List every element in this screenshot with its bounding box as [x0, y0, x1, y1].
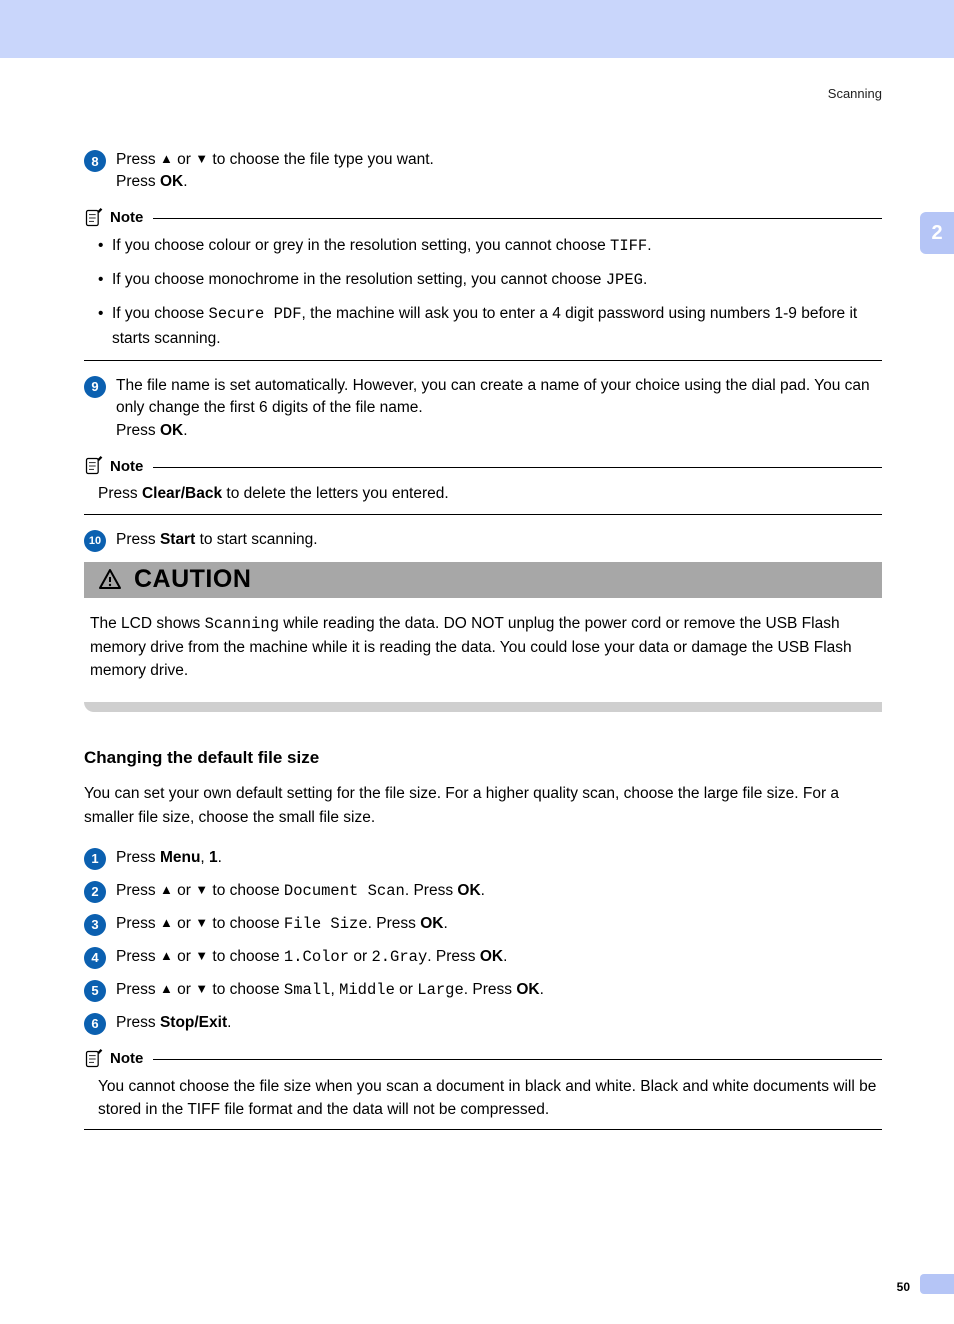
step-bullet: 8 [84, 150, 106, 172]
note-label: Note [110, 458, 143, 475]
note-icon [84, 208, 104, 228]
step-bullet: 5 [84, 980, 106, 1002]
note-icon [84, 1049, 104, 1069]
step-text: Press ▲ or ▼ to choose Small, Middle or … [116, 979, 882, 1001]
note-label: Note [110, 209, 143, 226]
step-9: 9 The file name is set automatically. Ho… [84, 375, 882, 442]
caution-body: The LCD shows Scanning while reading the… [84, 598, 882, 703]
page-number: 50 [897, 1280, 910, 1294]
step-text: Press ▲ or ▼ to choose Document Scan. Pr… [116, 880, 882, 902]
step-text: Press ▲ or ▼ to choose 1.Color or 2.Gray… [116, 946, 882, 968]
note-item: If you choose monochrome in the resoluti… [98, 268, 882, 292]
step-bullet: 3 [84, 914, 106, 936]
step-text: The file name is set automatically. Howe… [116, 375, 882, 442]
note-divider [84, 360, 882, 361]
note-item: If you choose colour or grey in the reso… [98, 234, 882, 258]
page-number-tab [920, 1274, 954, 1294]
section-intro: You can set your own default setting for… [84, 782, 882, 829]
step-bullet: 9 [84, 376, 106, 398]
step-bullet: 2 [84, 881, 106, 903]
step-3: 3 Press ▲ or ▼ to choose File Size. Pres… [84, 913, 882, 936]
note-2-body: Press Clear/Back to delete the letters y… [98, 482, 882, 505]
step-text: Press ▲ or ▼ to choose the file type you… [116, 149, 882, 194]
note-rule [153, 218, 882, 219]
note-rule [153, 1059, 882, 1060]
note-rule [153, 467, 882, 468]
step-bullet: 4 [84, 947, 106, 969]
step-8: 8 Press ▲ or ▼ to choose the file type y… [84, 149, 882, 194]
note-item: If you choose Secure PDF, the machine wi… [98, 302, 882, 350]
step-6: 6 Press Stop/Exit. [84, 1012, 882, 1035]
step-text: Press Stop/Exit. [116, 1012, 882, 1034]
step-1: 1 Press Menu, 1. [84, 847, 882, 870]
step-10: 10 Press Start to start scanning. [84, 529, 882, 552]
warning-icon [98, 568, 122, 592]
top-bar [0, 0, 954, 58]
step-4: 4 Press ▲ or ▼ to choose 1.Color or 2.Gr… [84, 946, 882, 969]
step-5: 5 Press ▲ or ▼ to choose Small, Middle o… [84, 979, 882, 1002]
caution-footer-bar [84, 702, 882, 712]
step-bullet: 6 [84, 1013, 106, 1035]
step-text: Press Menu, 1. [116, 847, 882, 869]
subheading: Changing the default file size [84, 748, 882, 768]
caution-title: CAUTION [134, 565, 251, 594]
note-icon [84, 456, 104, 476]
note-3-body: You cannot choose the file size when you… [98, 1075, 882, 1122]
note-header: Note [84, 208, 882, 228]
step-bullet: 10 [84, 530, 106, 552]
note-divider [84, 514, 882, 515]
caution-header: CAUTION [84, 562, 882, 598]
step-text: Press Start to start scanning. [116, 529, 882, 551]
page-content: Scanning 2 8 Press ▲ or ▼ to choose the … [0, 58, 954, 1324]
running-header: Scanning [84, 86, 882, 101]
note-header: Note [84, 456, 882, 476]
note-divider [84, 1129, 882, 1130]
note-label: Note [110, 1050, 143, 1067]
step-2: 2 Press ▲ or ▼ to choose Document Scan. … [84, 880, 882, 903]
chapter-tab: 2 [920, 212, 954, 254]
step-text: Press ▲ or ▼ to choose File Size. Press … [116, 913, 882, 935]
note-header: Note [84, 1049, 882, 1069]
step-bullet: 1 [84, 848, 106, 870]
note-1-body: If you choose colour or grey in the reso… [98, 234, 882, 350]
